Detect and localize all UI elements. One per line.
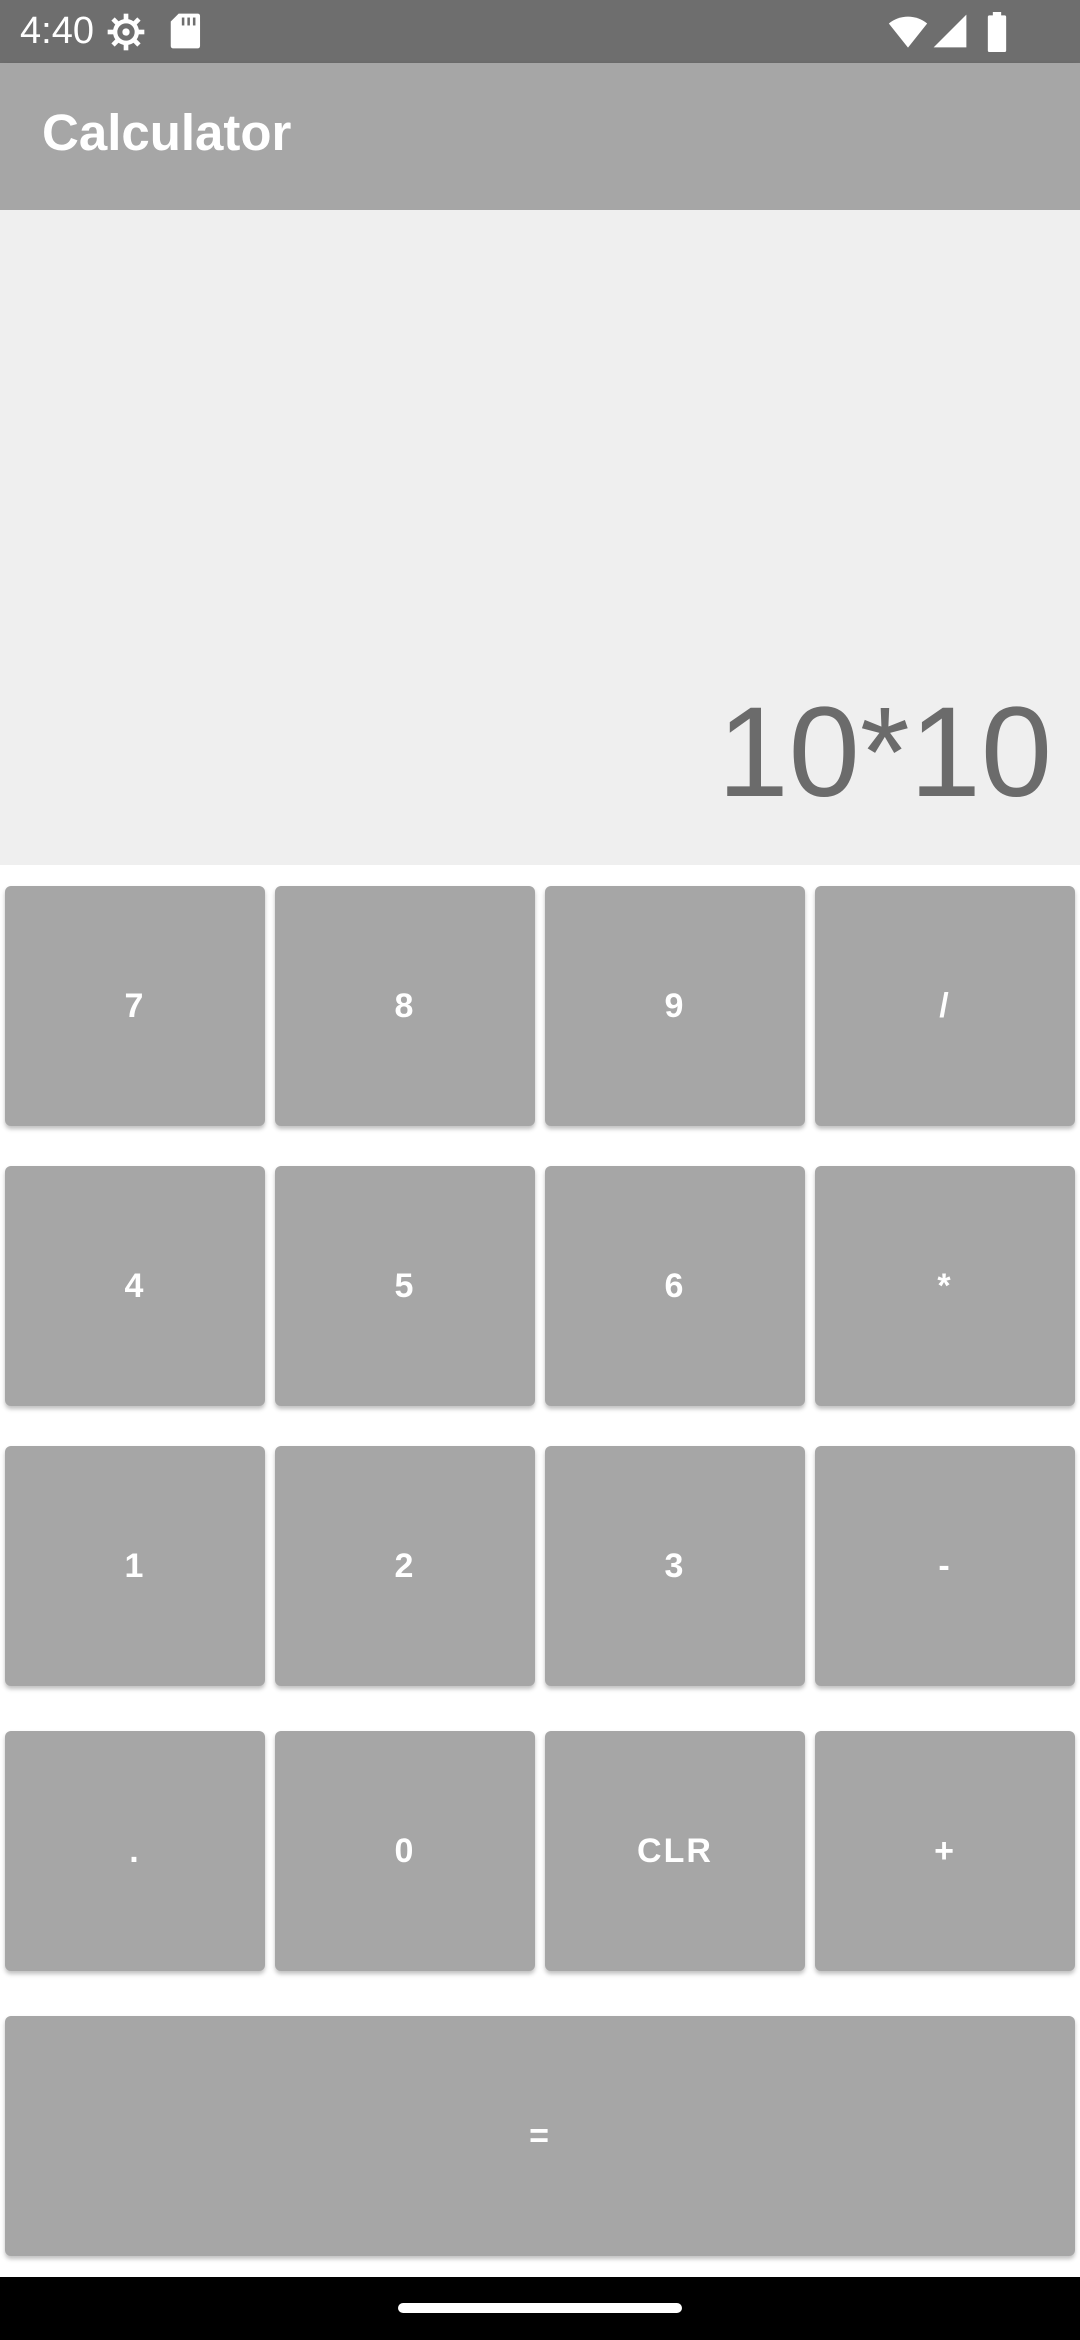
- key-label: *: [937, 1266, 953, 1305]
- subtract-button[interactable]: -: [815, 1446, 1075, 1686]
- divide-button[interactable]: /: [815, 886, 1075, 1126]
- key-label: 7: [124, 986, 146, 1025]
- signal-icon: [933, 14, 967, 48]
- decimal-button[interactable]: .: [5, 1731, 265, 1971]
- key-3[interactable]: 3: [545, 1446, 805, 1686]
- key-9[interactable]: 9: [545, 886, 805, 1126]
- key-label: 8: [394, 986, 416, 1025]
- key-label: 2: [394, 1546, 416, 1585]
- key-label: 4: [124, 1266, 146, 1305]
- key-8[interactable]: 8: [275, 886, 535, 1126]
- key-label: =: [529, 2116, 551, 2155]
- key-label: 1: [124, 1546, 146, 1585]
- add-button[interactable]: +: [815, 1731, 1075, 1971]
- key-label: 3: [664, 1546, 686, 1585]
- navigation-bar: [0, 2277, 1080, 2340]
- key-label: 5: [394, 1266, 416, 1305]
- home-handle[interactable]: [398, 2303, 682, 2313]
- sd-card-icon: [170, 13, 201, 49]
- key-2[interactable]: 2: [275, 1446, 535, 1686]
- app-bar: Calculator: [0, 63, 1080, 210]
- key-0[interactable]: 0: [275, 1731, 535, 1971]
- key-1[interactable]: 1: [5, 1446, 265, 1686]
- calculator-display: 10*10: [0, 210, 1080, 865]
- key-6[interactable]: 6: [545, 1166, 805, 1406]
- settings-icon: [107, 13, 145, 51]
- key-7[interactable]: 7: [5, 886, 265, 1126]
- battery-icon: [987, 12, 1007, 52]
- equals-button[interactable]: =: [5, 2016, 1075, 2256]
- key-label: 6: [664, 1266, 686, 1305]
- key-5[interactable]: 5: [275, 1166, 535, 1406]
- key-4[interactable]: 4: [5, 1166, 265, 1406]
- key-label: -: [938, 1546, 952, 1585]
- multiply-button[interactable]: *: [815, 1166, 1075, 1406]
- status-time: 4:40: [20, 10, 94, 52]
- key-label: +: [934, 1831, 956, 1870]
- key-label: /: [939, 986, 951, 1025]
- display-expression: 10*10: [717, 681, 1052, 824]
- status-bar: 4:40: [0, 0, 1080, 63]
- wifi-icon: [888, 16, 928, 48]
- key-label: 9: [664, 986, 686, 1025]
- app-title: Calculator: [42, 104, 292, 161]
- key-label: 0: [394, 1831, 416, 1870]
- key-label: CLR: [637, 1831, 713, 1870]
- clear-button[interactable]: CLR: [545, 1731, 805, 1971]
- key-label: .: [129, 1831, 141, 1870]
